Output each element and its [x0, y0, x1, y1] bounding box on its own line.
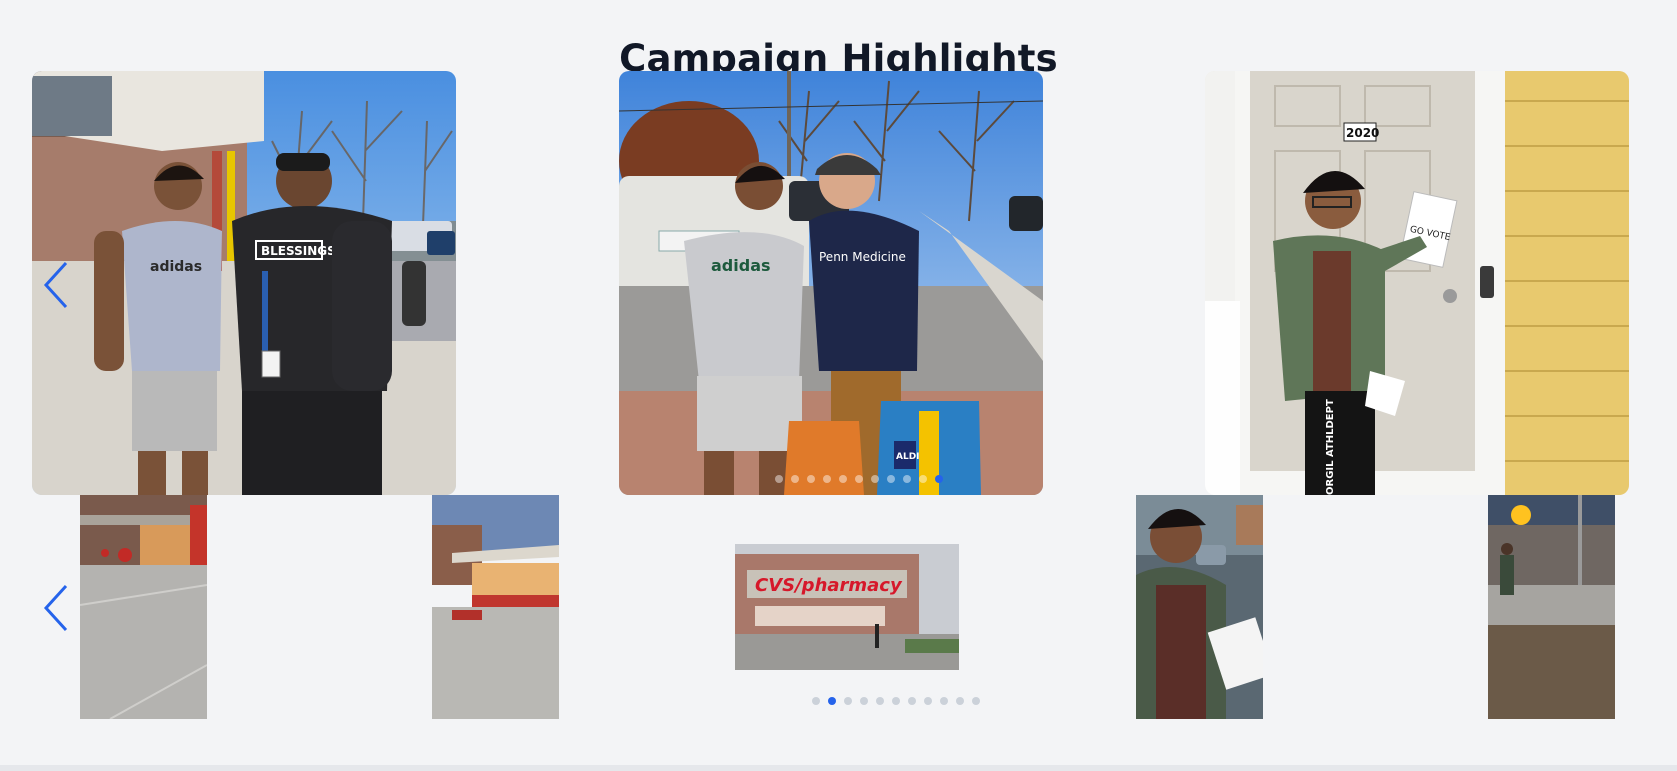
dot[interactable] [844, 697, 852, 705]
dot[interactable] [919, 475, 927, 483]
thumb-pharmacy-storefront[interactable]: CVS/pharmacy [735, 544, 959, 670]
dot[interactable] [908, 697, 916, 705]
chevron-left-icon [43, 584, 68, 632]
dot[interactable] [876, 697, 884, 705]
bottom-carousel-dots [812, 697, 980, 705]
slide-photo-storefront-volunteers: adidas BLESSINGS [32, 71, 456, 495]
slide1-hoodie-text: BLESSINGS [261, 244, 336, 258]
dot[interactable] [892, 697, 900, 705]
dot[interactable] [775, 475, 783, 483]
bottom-carousel-prev-button[interactable] [38, 578, 74, 638]
dot[interactable] [839, 475, 847, 483]
thumb-store-entrance[interactable] [80, 495, 207, 719]
dot[interactable] [924, 697, 932, 705]
dot[interactable] [823, 475, 831, 483]
chevron-left-icon [43, 261, 68, 309]
dot[interactable] [812, 697, 820, 705]
dot[interactable] [903, 475, 911, 483]
slide3-door-number: 2020 [1346, 126, 1379, 140]
dot[interactable] [855, 475, 863, 483]
page-divider [0, 765, 1677, 771]
slide2-shirt-text: adidas [711, 256, 771, 275]
slide3-pants-text: ORGIL ATHLDEPT [1325, 399, 1336, 495]
dot[interactable] [807, 475, 815, 483]
slide2-bag-text: ALDI [896, 452, 920, 462]
dot[interactable] [940, 697, 948, 705]
dot[interactable] [887, 475, 895, 483]
dot-active[interactable] [828, 697, 836, 705]
slide-photo-door-flyer: 2020 GO VOTE ORGIL ATHLDEPT [1205, 71, 1629, 495]
top-carousel-prev-button[interactable] [38, 255, 74, 315]
dot[interactable] [860, 697, 868, 705]
thumb-teen-flyer-night[interactable] [1136, 495, 1263, 719]
slide-photo-parking-lot-voter: adidas Penn Medicine ALDI [619, 71, 1043, 495]
slide2-hoodie-text: Penn Medicine [819, 250, 906, 264]
thumb-walmart-sidewalk[interactable] [1488, 495, 1615, 719]
thumb-store-canopy[interactable] [432, 495, 559, 719]
dot[interactable] [791, 475, 799, 483]
dot[interactable] [871, 475, 879, 483]
slide1-shirt-text: adidas [150, 259, 202, 275]
dot[interactable] [956, 697, 964, 705]
dot-active[interactable] [935, 475, 943, 483]
pharmacy-sign-text: CVS/pharmacy [755, 575, 903, 596]
slide-dots-overlay [775, 475, 943, 483]
dot[interactable] [972, 697, 980, 705]
